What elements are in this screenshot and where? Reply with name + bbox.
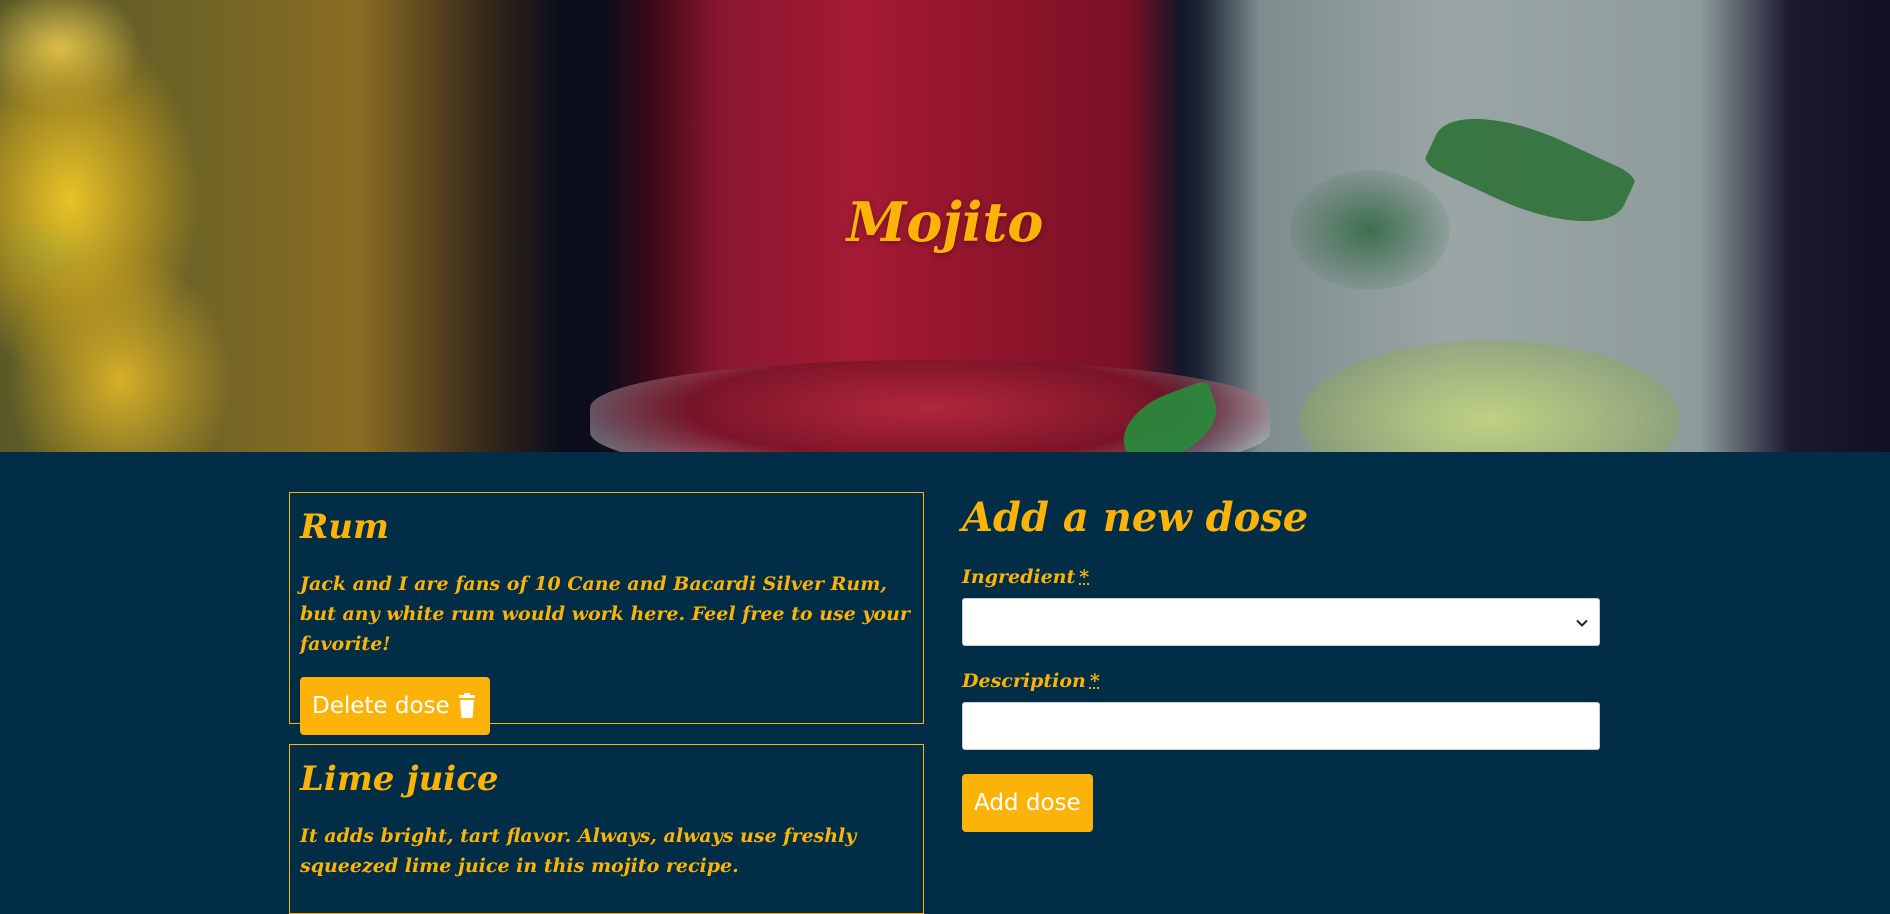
add-dose-form: Add a new dose Ingredient * Description * … xyxy=(962,490,1600,832)
required-mark: * xyxy=(1089,670,1100,692)
page-title: Mojito xyxy=(846,190,1044,254)
dose-name: Rum xyxy=(300,507,389,547)
dose-card: Rum Jack and I are fans of 10 Cane and B… xyxy=(289,492,924,735)
dose-description: It adds bright, tart flavor. Always, alw… xyxy=(300,825,857,877)
delete-dose-label: Delete dose xyxy=(312,693,450,719)
chevron-down-icon xyxy=(1576,619,1588,627)
add-dose-button[interactable]: Add dose xyxy=(962,774,1093,832)
dose-name: Lime juice xyxy=(300,759,499,799)
ingredient-select[interactable] xyxy=(962,598,1600,646)
description-input[interactable] xyxy=(962,702,1600,750)
trash-icon xyxy=(458,693,475,718)
delete-dose-button[interactable]: Delete dose xyxy=(300,677,490,735)
description-label: Description * xyxy=(962,670,1100,692)
required-mark: * xyxy=(1079,566,1090,588)
ingredient-label: Ingredient * xyxy=(962,566,1090,588)
dose-card: Lime juice It adds bright, tart flavor. … xyxy=(289,744,924,914)
hero-banner: Mojito xyxy=(0,0,1890,452)
dose-description: Jack and I are fans of 10 Cane and Bacar… xyxy=(300,573,910,655)
hero-lime xyxy=(1300,340,1680,452)
form-title: Add a new dose xyxy=(962,494,1309,541)
